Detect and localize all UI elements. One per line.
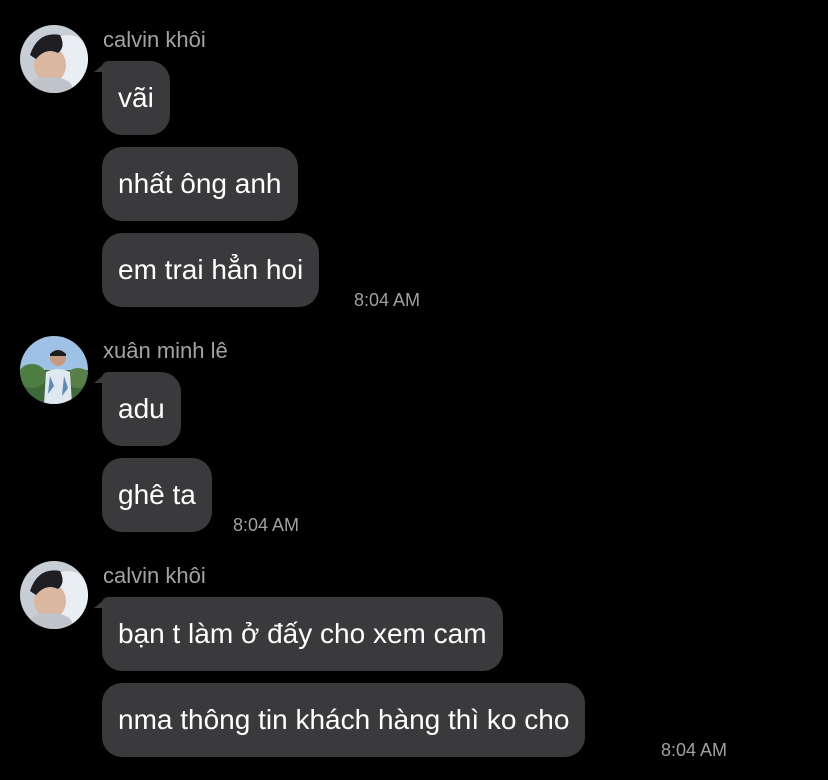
message-bubble[interactable]: vãi	[102, 61, 170, 135]
avatar[interactable]	[20, 561, 88, 629]
message-bubble[interactable]: nma thông tin khách hàng thì ko cho	[102, 683, 586, 757]
avatar[interactable]	[20, 336, 88, 404]
sender-name: xuân minh lê	[103, 338, 228, 363]
message-bubble[interactable]: em trai hẳn hoi	[102, 233, 320, 307]
person-avatar-icon	[20, 561, 88, 629]
message-timestamp: 8:04 AM	[233, 515, 300, 535]
message-bubble[interactable]: nhất ông anh	[102, 147, 298, 221]
person-avatar-icon	[20, 25, 88, 93]
sender-name: calvin khôi	[103, 563, 206, 588]
sender-name: calvin khôi	[103, 27, 206, 52]
message-timestamp: 8:04 AM	[354, 290, 421, 310]
message-bubble[interactable]: bạn t làm ở đấy cho xem cam	[102, 597, 503, 671]
message-bubble[interactable]: adu	[102, 372, 181, 446]
person-avatar-icon	[20, 336, 88, 404]
avatar[interactable]	[20, 25, 88, 93]
message-timestamp: 8:04 AM	[661, 740, 728, 760]
message-bubble[interactable]: ghê ta	[102, 458, 212, 532]
